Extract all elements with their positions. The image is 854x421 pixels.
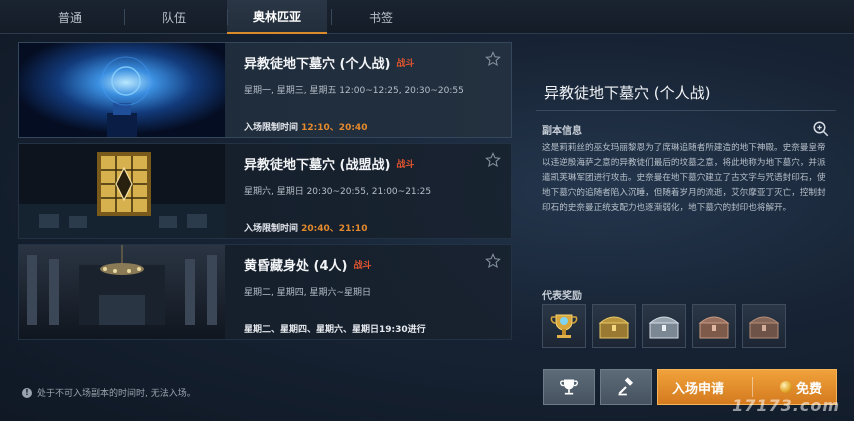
bookmark-star-icon[interactable] bbox=[485, 253, 501, 269]
copper-chest-icon[interactable] bbox=[742, 304, 786, 348]
warning-icon: ! bbox=[22, 387, 32, 398]
dungeon-schedule: 星期六, 星期日 20:30~20:55, 21:00~21:25 bbox=[244, 187, 432, 197]
dungeon-description: 这是莉莉丝的巫女玛丽黎恩为了席琳追随者所建造的地下神殿。史奈曼皇帝以违逆殷海萨之… bbox=[542, 143, 826, 213]
blue-vortex-image bbox=[19, 43, 225, 137]
silver-chest-icon[interactable] bbox=[642, 304, 686, 348]
dungeon-row-catacomb-guild[interactable]: 异教徒地下墓穴 (战盟战) 战斗 星期六, 星期日 20:30~20:55, 21… bbox=[18, 143, 512, 239]
divider bbox=[751, 377, 753, 397]
battle-tag: 战斗 bbox=[396, 160, 415, 170]
gold-chest-icon[interactable] bbox=[592, 304, 636, 348]
dungeon-row-twilight-hideout[interactable]: 黄昏藏身处 (4人) 战斗 星期二, 星期四, 星期六~星期日 星期二、星期四、星… bbox=[18, 244, 512, 340]
tab-olympia[interactable]: 奥林匹亚 bbox=[227, 0, 327, 34]
entry-limit-time: 20:40、21:10 bbox=[301, 224, 368, 234]
coin-icon bbox=[779, 381, 792, 393]
battle-tag: 战斗 bbox=[396, 59, 415, 69]
auction-button[interactable] bbox=[600, 369, 652, 405]
reward-list bbox=[542, 304, 786, 348]
battle-tag: 战斗 bbox=[353, 261, 372, 271]
bronze-chest-icon[interactable] bbox=[692, 304, 736, 348]
tab-party[interactable]: 队伍 bbox=[124, 0, 224, 34]
chandelier-hall-image bbox=[19, 245, 225, 339]
cost-display: 免费 bbox=[779, 378, 822, 397]
detail-title: 异教徒地下墓穴 (个人战) bbox=[544, 84, 711, 102]
rewards-header: 代表奖励 bbox=[542, 291, 582, 302]
bookmark-star-icon[interactable] bbox=[485, 51, 501, 67]
zoom-in-icon[interactable] bbox=[812, 120, 830, 138]
dungeon-title: 黄昏藏身处 (4人) 战斗 bbox=[244, 259, 372, 274]
enter-request-label: 入场申请 bbox=[672, 381, 725, 397]
divider bbox=[536, 110, 836, 111]
entry-limit: 入场限制时间 20:40、21:10 bbox=[244, 224, 368, 234]
dungeon-detail-panel: 异教徒地下墓穴 (个人战) 副本信息 这是莉莉丝的巫女玛丽黎恩为了席琳追随者所建… bbox=[530, 42, 840, 412]
bookmark-star-icon[interactable] bbox=[485, 152, 501, 168]
top-tab-bar: 普通 队伍 奥林匹亚 书签 bbox=[0, 0, 854, 34]
dungeon-title: 异教徒地下墓穴 (个人战) 战斗 bbox=[244, 57, 415, 72]
golden-window-image bbox=[19, 144, 225, 238]
watermark: 17173.com bbox=[732, 396, 840, 415]
dungeon-schedule: 星期二, 星期四, 星期六~星期日 bbox=[244, 288, 371, 298]
gavel-icon bbox=[618, 377, 634, 396]
tab-normal[interactable]: 普通 bbox=[20, 0, 120, 34]
info-header: 副本信息 bbox=[542, 126, 582, 137]
trophy-icon[interactable] bbox=[542, 304, 586, 348]
tab-bookmark[interactable]: 书签 bbox=[331, 0, 431, 34]
dungeon-title: 异教徒地下墓穴 (战盟战) 战斗 bbox=[244, 158, 415, 173]
entry-notice: ! 处于不可入场副本的时间时, 无法入场。 bbox=[22, 386, 196, 399]
dungeon-row-catacomb-solo[interactable]: 异教徒地下墓穴 (个人战) 战斗 星期一, 星期三, 星期五 12:00~12:2… bbox=[18, 42, 512, 138]
entry-limit: 入场限制时间 12:10、20:40 bbox=[244, 123, 368, 133]
entry-limit-time: 12:10、20:40 bbox=[301, 123, 368, 133]
entry-limit: 星期二、星期四、星期六、星期日19:30进行 bbox=[244, 325, 426, 335]
dungeon-schedule: 星期一, 星期三, 星期五 12:00~12:25, 20:30~20:55 bbox=[244, 86, 464, 96]
trophy-icon bbox=[560, 379, 578, 395]
ranking-button[interactable] bbox=[543, 369, 595, 405]
